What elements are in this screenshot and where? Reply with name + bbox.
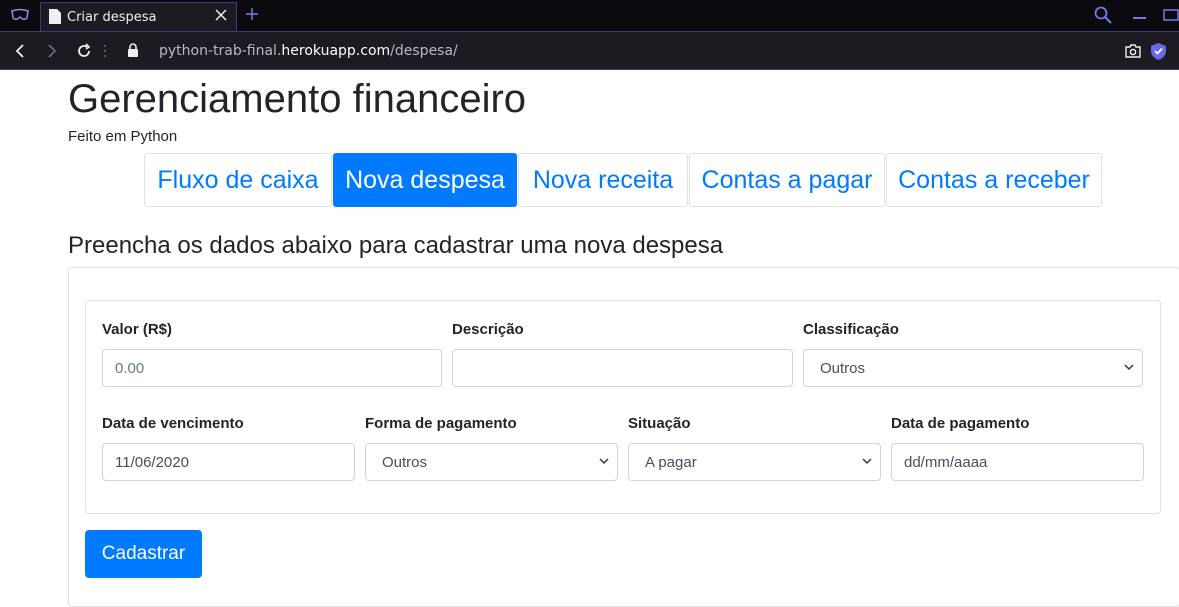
classificacao-value: Outros [820, 359, 866, 377]
valor-input[interactable]: 0.00 [102, 349, 442, 387]
search-icon[interactable] [1094, 6, 1112, 24]
descricao-input[interactable] [452, 349, 793, 387]
situacao-select[interactable]: A pagar [628, 443, 881, 481]
private-browsing-icon [11, 8, 29, 21]
valor-label: Valor (R$) [102, 321, 173, 338]
data-pagamento-input[interactable]: dd/mm/aaaa [891, 443, 1144, 481]
forward-icon[interactable] [44, 43, 60, 59]
cadastrar-button[interactable]: Cadastrar [85, 530, 202, 578]
browser-tab-bar: Criar despesa [0, 0, 1179, 31]
browser-url-bar: python-trab-final.herokuapp.com/despesa/ [0, 31, 1179, 70]
forma-pagamento-select[interactable]: Outros [365, 443, 618, 481]
data-vencimento-value: 11/06/2020 [115, 453, 189, 471]
classificacao-label: Classificação [803, 321, 899, 338]
page-subtitle: Feito em Python [68, 128, 178, 145]
chevron-down-icon [862, 458, 872, 465]
situacao-value: A pagar [645, 453, 697, 471]
nav-contas-a-receber[interactable]: Contas a receber [886, 153, 1102, 207]
chevron-down-icon [1124, 364, 1134, 371]
descricao-label: Descrição [452, 321, 524, 338]
browser-tab[interactable]: Criar despesa [40, 2, 237, 31]
data-pagamento-placeholder: dd/mm/aaaa [904, 453, 988, 471]
chevron-down-icon [599, 458, 609, 465]
valor-placeholder: 0.00 [115, 359, 145, 377]
data-vencimento-input[interactable]: 11/06/2020 [102, 443, 355, 481]
lock-icon[interactable] [127, 43, 139, 58]
url-prefix: python-trab-final. [159, 43, 282, 59]
forma-pagamento-value: Outros [382, 453, 428, 471]
main-nav: Fluxo de caixa Nova despesa Nova receita… [144, 153, 1103, 207]
classificacao-select[interactable]: Outros [803, 349, 1143, 387]
separator-icon [104, 45, 106, 57]
maximize-icon[interactable] [1163, 9, 1179, 21]
back-icon[interactable] [12, 43, 28, 59]
shield-icon[interactable] [1151, 43, 1166, 60]
nav-fluxo-de-caixa[interactable]: Fluxo de caixa [144, 153, 332, 207]
page-title: Gerenciamento financeiro [68, 77, 527, 121]
document-icon [49, 9, 61, 24]
screenshot-icon[interactable] [1125, 44, 1141, 58]
minimize-icon[interactable] [1133, 17, 1146, 19]
reload-icon[interactable] [76, 43, 92, 59]
tab-title: Criar despesa [67, 10, 157, 25]
nav-nova-despesa[interactable]: Nova despesa [333, 153, 517, 207]
section-title: Preencha os dados abaixo para cadastrar … [68, 232, 724, 259]
form-fieldset [85, 300, 1161, 514]
nav-contas-a-pagar[interactable]: Contas a pagar [689, 153, 885, 207]
situacao-label: Situação [628, 415, 691, 432]
url-path: /despesa/ [390, 43, 458, 59]
url-domain: herokuapp.com [281, 43, 391, 59]
url-text[interactable]: python-trab-final.herokuapp.com/despesa/ [159, 43, 458, 59]
new-tab-icon[interactable] [245, 7, 259, 21]
data-pagamento-label: Data de pagamento [891, 415, 1030, 432]
forma-pagamento-label: Forma de pagamento [365, 415, 517, 432]
data-vencimento-label: Data de vencimento [102, 415, 244, 432]
nav-nova-receita[interactable]: Nova receita [518, 153, 688, 207]
close-icon[interactable] [214, 8, 228, 22]
